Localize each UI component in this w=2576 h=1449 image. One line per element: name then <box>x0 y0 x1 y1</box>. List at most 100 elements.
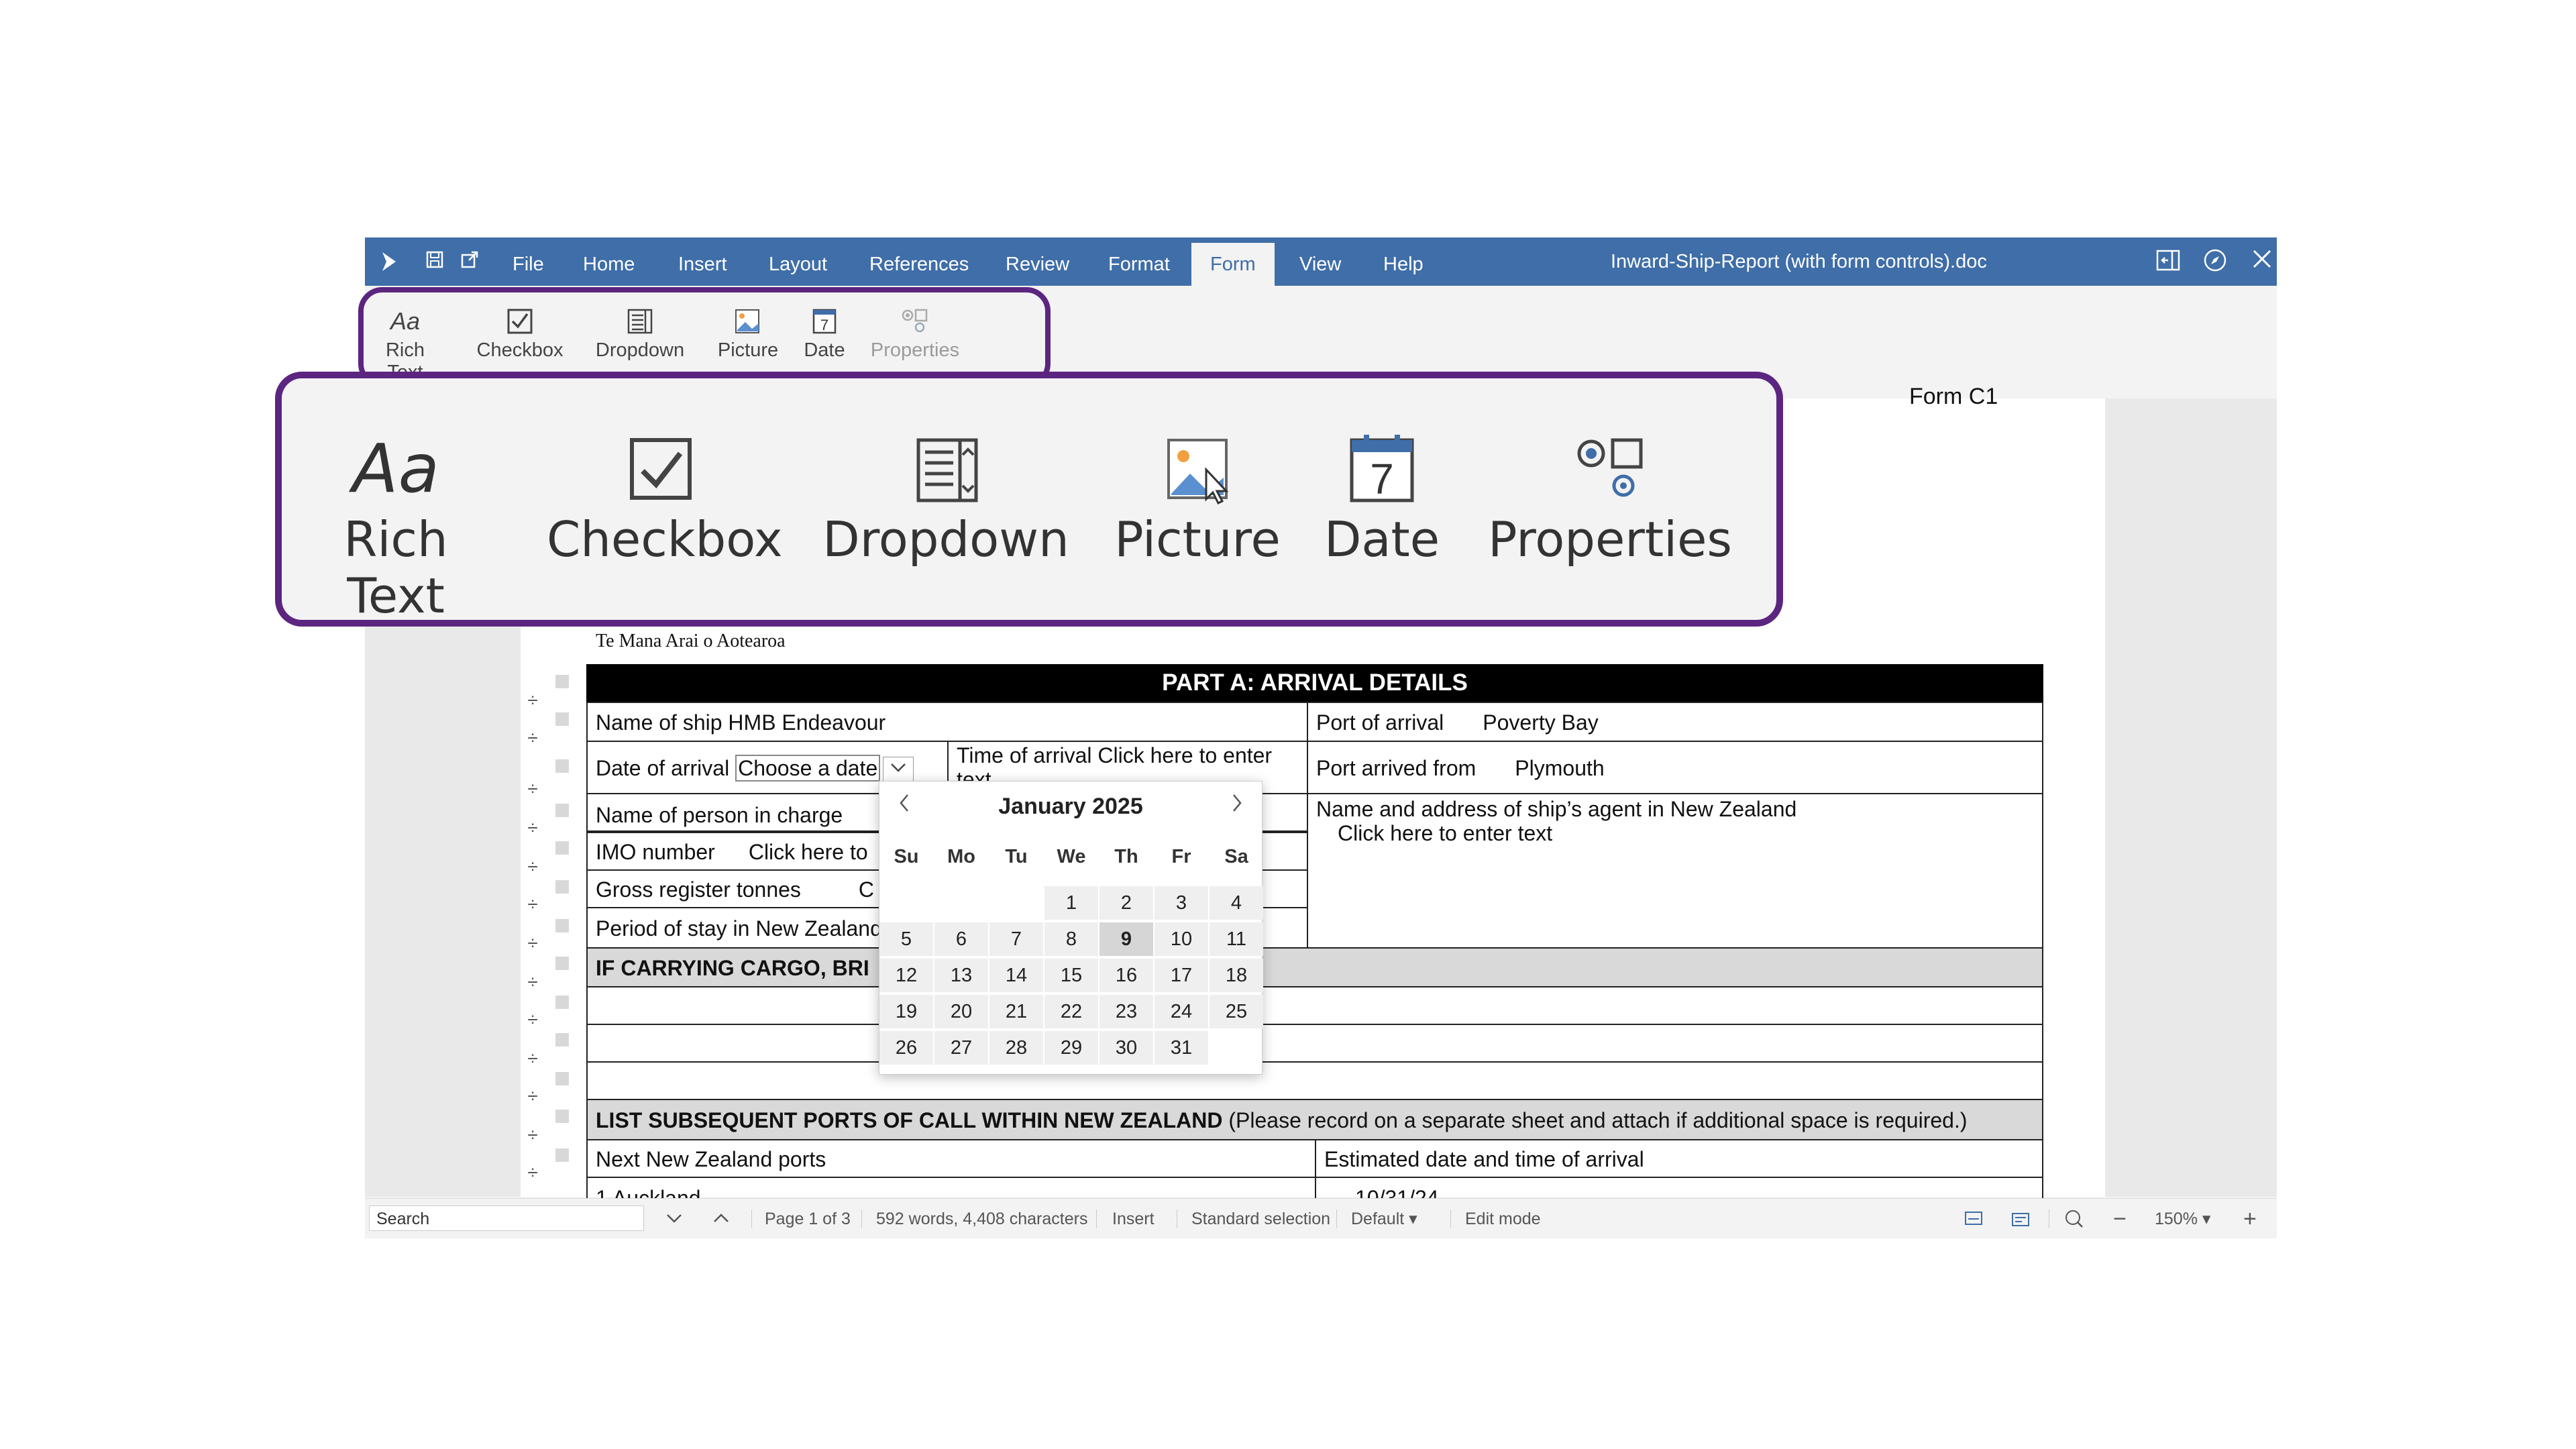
calendar-day[interactable]: 10 <box>1155 922 1208 956</box>
grt-value[interactable]: C <box>859 877 874 902</box>
calendar-day[interactable]: 30 <box>1099 1031 1153 1065</box>
calendar-day[interactable]: 23 <box>1099 995 1153 1028</box>
row-resize-icon[interactable]: ÷ <box>522 1162 543 1183</box>
row-resize-icon[interactable]: ÷ <box>522 1009 543 1030</box>
zoom-level[interactable]: 150% ▾ <box>2155 1199 2210 1238</box>
menu-format[interactable]: Format <box>1108 237 1170 286</box>
calendar-day[interactable]: 19 <box>879 995 933 1028</box>
calendar-day[interactable]: 26 <box>879 1031 933 1065</box>
row-handle[interactable] <box>555 957 569 970</box>
calendar-day[interactable]: 22 <box>1044 995 1098 1028</box>
calendar-day[interactable]: 20 <box>934 995 988 1028</box>
search-next-icon[interactable] <box>664 1199 684 1238</box>
menu-references[interactable]: References <box>869 237 969 286</box>
row-resize-icon[interactable]: ÷ <box>522 817 543 839</box>
row-handle[interactable] <box>555 1072 569 1085</box>
calendar-day[interactable]: 13 <box>934 959 988 992</box>
port-arrived-from-value[interactable]: Plymouth <box>1515 756 1604 780</box>
row-handle[interactable] <box>555 804 569 817</box>
calendar-day[interactable]: 4 <box>1210 886 1263 920</box>
row-handle[interactable] <box>555 1110 569 1123</box>
next-month-icon[interactable] <box>1226 790 1248 822</box>
calendar-day[interactable]: 12 <box>879 959 933 992</box>
cargo-row-3[interactable] <box>586 1061 2043 1100</box>
row1-date[interactable]: 10/31/24 <box>1355 1186 1439 1198</box>
save-icon[interactable] <box>423 250 447 274</box>
search-input[interactable]: Search <box>369 1205 644 1231</box>
row-resize-icon[interactable]: ÷ <box>522 778 543 800</box>
row-handle[interactable] <box>555 841 569 855</box>
row-handle[interactable] <box>555 996 569 1009</box>
name-of-ship-value[interactable]: HMB Endeavour <box>728 710 885 735</box>
calendar-day[interactable]: 6 <box>934 922 988 956</box>
row-handle[interactable] <box>555 880 569 894</box>
port-of-arrival-cell[interactable]: Port of arrival Poverty Bay <box>1307 702 2043 742</box>
zoom-fit-icon[interactable] <box>2062 1199 2086 1238</box>
compass-icon[interactable] <box>2200 247 2230 276</box>
calendar-day[interactable]: 27 <box>934 1031 988 1065</box>
calendar-day[interactable]: 2 <box>1099 886 1153 920</box>
calendar-day[interactable]: 14 <box>989 959 1043 992</box>
agent-value[interactable]: Click here to enter text <box>1316 821 2034 845</box>
menu-view[interactable]: View <box>1299 237 1341 286</box>
row-resize-icon[interactable]: ÷ <box>522 932 543 954</box>
calendar-day[interactable]: 21 <box>989 995 1043 1028</box>
menu-layout[interactable]: Layout <box>769 237 827 286</box>
row-resize-icon[interactable]: ÷ <box>522 1124 543 1146</box>
menu-form[interactable]: Form <box>1191 243 1275 286</box>
style-selector[interactable]: Default ▾ <box>1351 1199 1417 1238</box>
row-resize-icon[interactable]: ÷ <box>522 894 543 915</box>
close-icon[interactable] <box>2247 247 2277 276</box>
menu-insert[interactable]: Insert <box>678 237 727 286</box>
calendar-day[interactable]: 9 <box>1099 922 1153 956</box>
calendar-day[interactable]: 28 <box>989 1031 1043 1065</box>
row-resize-icon[interactable]: ÷ <box>522 1085 543 1107</box>
selection-mode[interactable]: Standard selection <box>1191 1199 1330 1238</box>
calendar-day[interactable]: 8 <box>1044 922 1098 956</box>
name-of-ship-cell[interactable]: Name of ship HMB Endeavour <box>586 702 1308 742</box>
port-arrived-from-cell[interactable]: Port arrived from Plymouth <box>1307 741 2043 794</box>
menu-help[interactable]: Help <box>1383 237 1424 286</box>
view-layout-icon[interactable] <box>1962 1199 1986 1238</box>
row-handle[interactable] <box>555 919 569 932</box>
menu-home[interactable]: Home <box>583 237 635 286</box>
open-external-icon[interactable] <box>458 250 482 274</box>
row-handle[interactable] <box>555 675 569 688</box>
sidebar-toggle-icon[interactable] <box>2153 247 2183 276</box>
view-web-icon[interactable] <box>2008 1199 2033 1238</box>
date-picker-calendar[interactable]: January 2025 Su Mo Tu We Th Fr Sa 1 2 3 4 5 6 7 8 9 10 1… <box>879 781 1263 1075</box>
row1-port-cell[interactable]: 1 Auckland <box>586 1177 1316 1198</box>
row-handle[interactable] <box>555 712 569 726</box>
row-handle[interactable] <box>555 759 569 773</box>
cargo-row-2[interactable] <box>586 1024 2043 1063</box>
page-info[interactable]: Page 1 of 3 <box>765 1199 851 1238</box>
calendar-day[interactable]: 31 <box>1155 1031 1208 1065</box>
port-of-arrival-value[interactable]: Poverty Bay <box>1483 710 1599 735</box>
agent-cell[interactable]: Name and address of ship’s agent in New … <box>1307 793 2043 949</box>
row1-port[interactable]: 1 Auckland <box>596 1186 701 1198</box>
calendar-day[interactable]: 24 <box>1155 995 1208 1028</box>
row-resize-icon[interactable]: ÷ <box>522 971 543 993</box>
edit-mode[interactable]: Edit mode <box>1465 1199 1541 1238</box>
cargo-row-1[interactable] <box>586 986 2043 1025</box>
calendar-day[interactable]: 5 <box>879 922 933 956</box>
menu-review[interactable]: Review <box>1006 237 1069 286</box>
date-picker-field[interactable]: Choose a date <box>735 755 881 782</box>
zoom-in-icon[interactable]: + <box>2243 1199 2257 1238</box>
menu-file[interactable]: File <box>513 237 544 286</box>
calendar-day[interactable]: 16 <box>1099 959 1153 992</box>
row-handle[interactable] <box>555 1148 569 1162</box>
row-resize-icon[interactable]: ÷ <box>522 856 543 877</box>
calendar-day[interactable]: 1 <box>1044 886 1098 920</box>
calendar-day[interactable]: 25 <box>1210 995 1263 1028</box>
search-prev-icon[interactable] <box>711 1199 731 1238</box>
calendar-day[interactable]: 11 <box>1210 922 1263 956</box>
word-count[interactable]: 592 words, 4,408 characters <box>876 1199 1087 1238</box>
row-resize-icon[interactable]: ÷ <box>522 1048 543 1069</box>
row-resize-icon[interactable]: ÷ <box>522 727 543 749</box>
imo-value[interactable]: Click here to <box>749 840 868 864</box>
row1-date-cell[interactable]: 10/31/24 <box>1315 1177 2043 1198</box>
calendar-day[interactable]: 7 <box>989 922 1043 956</box>
calendar-day[interactable]: 17 <box>1155 959 1208 992</box>
zoom-out-icon[interactable]: − <box>2113 1199 2127 1238</box>
